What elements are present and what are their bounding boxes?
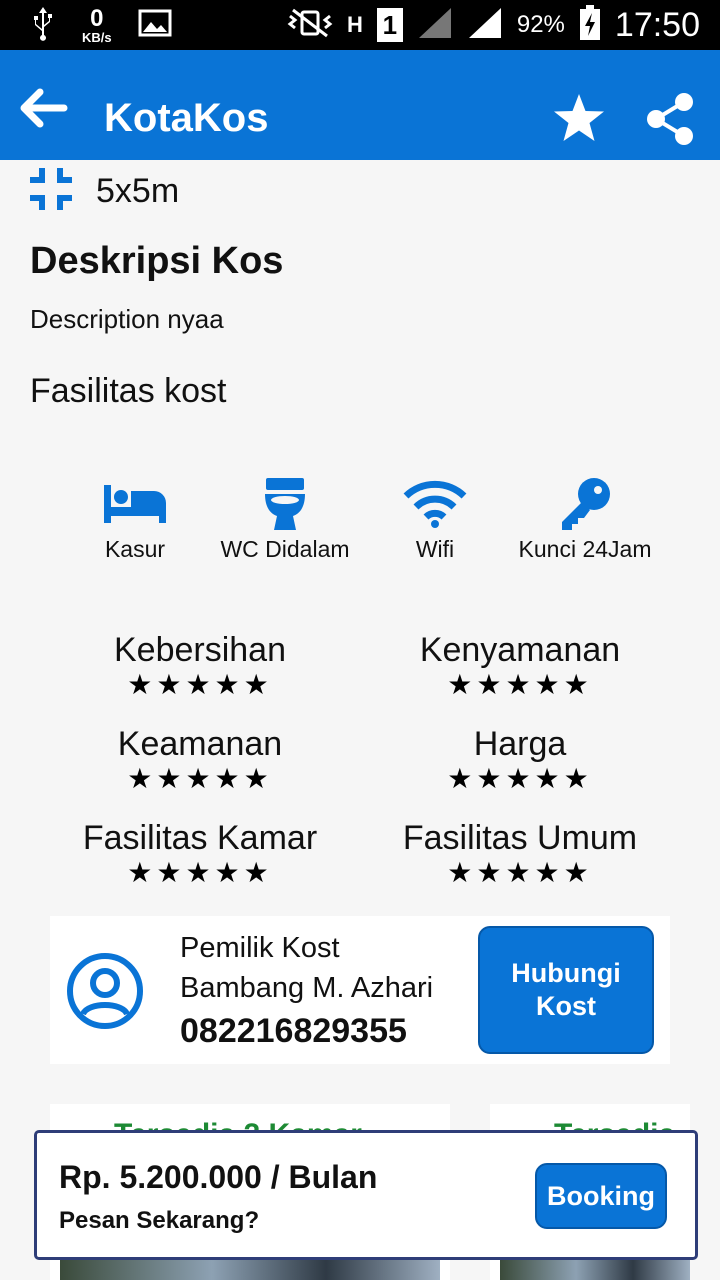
rating-name: Fasilitas Kamar [82,819,318,857]
booking-button[interactable]: Booking [535,1163,667,1229]
share-icon[interactable] [644,92,696,146]
rating-fasilitas-kamar: Fasilitas Kamar ★★★★★ [50,818,350,888]
facility-label: WC Didalam [220,536,350,562]
facilities-heading: Fasilitas kost [30,372,227,410]
toilet-icon [205,476,365,532]
status-bar: 0 KB/s H 1 92% 17:50 [0,0,720,50]
sim-badge: 1 [376,8,403,42]
star-icon[interactable] [552,92,606,144]
clock: 17:50 [614,5,700,44]
rating-stars: ★★★★★ [447,763,593,794]
key-icon [505,476,665,532]
battery-charging-icon [579,4,601,46]
description-text: Description nyaa [30,304,224,334]
battery-percent: 92% [516,11,565,38]
usb-icon [30,5,56,46]
contact-owner-button[interactable]: Hubungi Kost [478,926,654,1054]
fullscreen-exit-icon [28,166,74,217]
owner-phone[interactable]: 082216829355 [180,1012,407,1051]
rating-harga: Harga ★★★★★ [370,724,670,794]
rating-stars: ★★★★★ [127,857,273,888]
network-type: H [346,12,363,37]
facility-label: Kunci 24Jam [518,536,652,562]
signal-icon-1 [417,6,453,45]
facility-label: Kasur [104,536,166,562]
network-speed-value: 0 [90,4,104,32]
rating-fasilitas-umum: Fasilitas Umum ★★★★★ [370,818,670,888]
rating-name: Harga [473,725,567,763]
arrow-back-icon[interactable] [18,88,68,128]
description-heading: Deskripsi Kos [30,240,284,282]
signal-icon-2 [467,6,503,45]
rating-kebersihan: Kebersihan ★★★★★ [50,630,350,700]
rating-stars: ★★★★★ [127,669,273,700]
related-card-photo [60,1260,440,1280]
rating-stars: ★★★★★ [447,857,593,888]
bed-icon [55,476,215,532]
network-speed: 0 KB/s [82,4,112,45]
facility-wifi: Wifi [355,476,515,563]
facility-label: Wifi [415,536,455,562]
related-card-photo [500,1260,690,1280]
booking-bar: Rp. 5.200.000 / Bulan Pesan Sekarang? Bo… [34,1130,698,1260]
facility-kunci: Kunci 24Jam [505,476,665,563]
rating-kenyamanan: Kenyamanan ★★★★★ [370,630,670,700]
wifi-icon [355,476,515,532]
app-bar: KotaKos [0,50,720,160]
owner-name: Bambang M. Azhari [180,972,434,1004]
rating-name: Kenyamanan [419,631,621,669]
image-icon [138,9,172,42]
facility-kasur: Kasur [55,476,215,563]
account-circle-icon [66,952,144,1030]
rating-stars: ★★★★★ [447,669,593,700]
room-size: 5x5m [28,166,180,217]
rating-stars: ★★★★★ [127,763,273,794]
booking-price: Rp. 5.200.000 / Bulan [59,1159,378,1195]
rating-name: Keamanan [117,725,283,763]
room-size-value: 5x5m [96,171,180,210]
owner-card: Pemilik Kost Bambang M. Azhari 082216829… [50,916,670,1064]
mute-vibrate-icon [287,8,333,43]
rating-keamanan: Keamanan ★★★★★ [50,724,350,794]
rating-name: Fasilitas Umum [402,819,638,857]
booking-prompt: Pesan Sekarang? [59,1207,260,1234]
app-title: KotaKos [104,96,269,140]
network-speed-unit: KB/s [82,29,112,45]
owner-label: Pemilik Kost [180,932,340,964]
rating-name: Kebersihan [113,631,286,669]
facility-wc: WC Didalam [205,476,365,563]
